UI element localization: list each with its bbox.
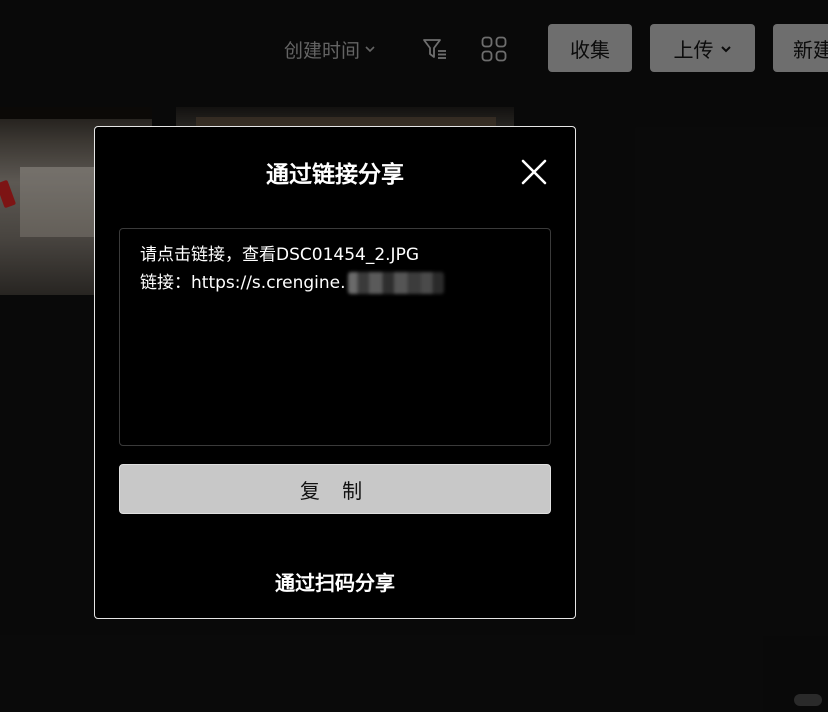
share-link-text: 链接：https://s.crengine. (140, 273, 346, 293)
dialog-title: 通过链接分享 (266, 162, 404, 188)
copy-button[interactable]: 复 制 (119, 464, 551, 514)
redacted-link-mask (347, 272, 444, 294)
share-link-dialog: 通过链接分享 请点击链接，查看DSC01454_2.JPG 链接：https:/… (94, 126, 576, 619)
share-message-line: 请点击链接，查看DSC01454_2.JPG (140, 245, 419, 265)
share-by-qr-link[interactable]: 通过扫码分享 (95, 567, 575, 596)
page: 创建时间 收集 上传 新建 通过链接分享 请点击链接，查看DSC01454_2.… (0, 0, 828, 712)
share-message-textarea[interactable]: 请点击链接，查看DSC01454_2.JPG 链接：https://s.cren… (119, 228, 551, 446)
close-icon[interactable] (519, 157, 549, 187)
copy-label: 复 制 (299, 478, 371, 503)
watermark-badge (794, 694, 822, 706)
share-link-line: 链接：https://s.crengine. (140, 269, 530, 297)
